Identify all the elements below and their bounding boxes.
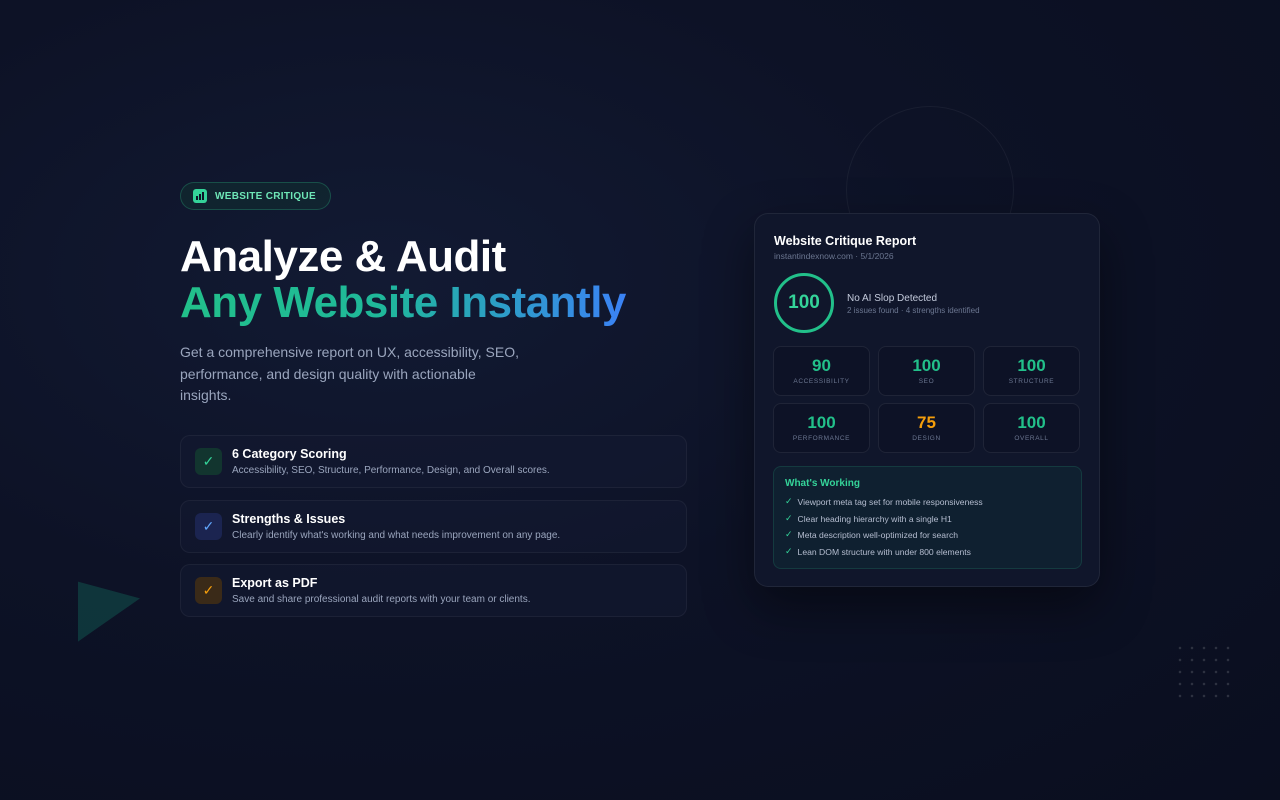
list-item: ✓ Clear heading hierarchy with a single … [785,513,952,524]
feature-category-scoring: ✓ 6 Category Scoring Accessibility, SEO,… [180,435,687,488]
feature-description: Clearly identify what's working and what… [232,530,561,541]
hero-description: Get a comprehensive report on UX, access… [180,344,519,403]
hero-title-line2: Any Website Instantly [180,278,626,327]
score-label: SEO [918,378,935,385]
score-value: 100 [1017,413,1046,432]
feature-title: Strengths & Issues [232,512,346,526]
whats-working-title: What's Working [785,478,860,489]
list-item-text: Lean DOM structure with under 800 elemen… [797,546,971,557]
chart-icon [193,189,207,203]
check-icon: ✓ [195,577,222,604]
check-icon: ✓ [785,529,793,539]
badge-label: WEBSITE CRITIQUE [215,190,316,202]
score-value: 100 [1017,356,1046,375]
list-item-text: Meta description well-optimized for sear… [797,529,959,540]
website-critique-badge: WEBSITE CRITIQUE [180,182,331,210]
report-preview-card: Website Critique Report instantindexnow.… [754,213,1100,587]
score-value: 100 [912,356,941,375]
score-overall: 100 OVERALL [983,403,1080,453]
score-performance: 100 PERFORMANCE [773,403,870,453]
list-item: ✓ Meta description well-optimized for se… [785,529,958,540]
score-design: 75 DESIGN [878,403,975,453]
score-seo: 100 SEO [878,346,975,396]
score-label: PERFORMANCE [792,435,851,442]
score-structure: 100 STRUCTURE [983,346,1080,396]
feature-description: Save and share professional audit report… [232,594,531,605]
decorative-triangle [78,568,140,642]
feature-export-pdf: ✓ Export as PDF Save and share professio… [180,564,687,617]
verdict-text: No AI Slop Detected [847,293,938,304]
score-label: STRUCTURE [1008,378,1055,385]
list-item: ✓ Lean DOM structure with under 800 elem… [785,546,971,557]
score-accessibility: 90 ACCESSIBILITY [773,346,870,396]
decorative-dot-grid [1174,642,1234,698]
score-label: ACCESSIBILITY [793,378,850,385]
report-title: Website Critique Report [774,234,917,248]
report-meta: instantindexnow.com · 5/1/2026 [774,251,894,261]
score-value: 90 [812,356,831,375]
whats-working-panel: What's Working ✓ Viewport meta tag set f… [773,466,1082,569]
score-label: OVERALL [1014,435,1049,442]
check-icon: ✓ [195,448,222,475]
feature-description: Accessibility, SEO, Structure, Performan… [232,465,550,476]
list-item-text: Clear heading hierarchy with a single H1 [797,513,952,524]
check-icon: ✓ [785,513,793,523]
check-icon: ✓ [785,496,793,506]
feature-strengths-issues: ✓ Strengths & Issues Clearly identify wh… [180,500,687,553]
overall-score-ring: 100 [774,273,834,333]
score-value: 75 [917,413,936,432]
score-label: DESIGN [912,435,941,442]
list-item: ✓ Viewport meta tag set for mobile respo… [785,496,983,507]
score-value: 100 [807,413,836,432]
check-icon: ✓ [785,546,793,556]
list-item-text: Viewport meta tag set for mobile respons… [797,496,983,507]
hero-title-line1: Analyze & Audit [180,232,506,281]
check-icon: ✓ [195,513,222,540]
feature-title: 6 Category Scoring [232,447,347,461]
verdict-summary: 2 issues found · 4 strengths identified [847,306,980,315]
feature-title: Export as PDF [232,576,318,590]
